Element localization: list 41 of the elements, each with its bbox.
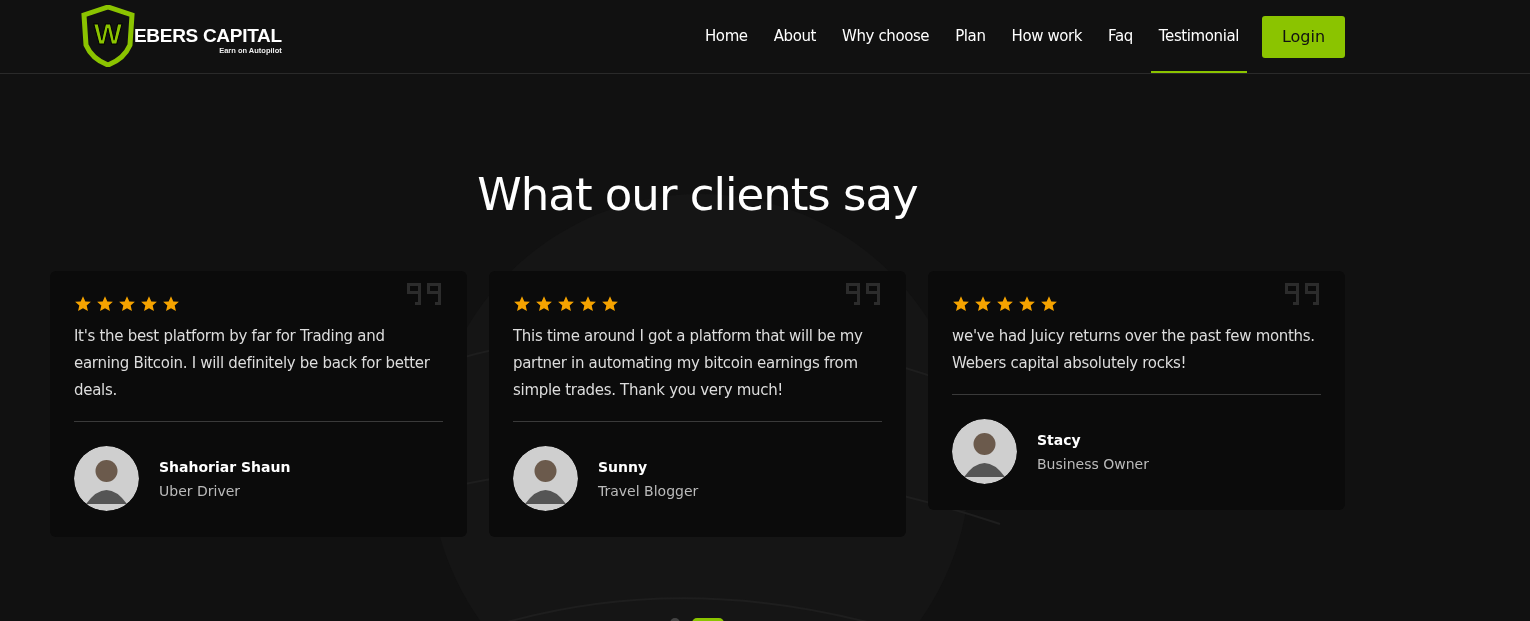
star-icon: [1040, 295, 1058, 313]
nav-link[interactable]: Why choose: [834, 0, 938, 73]
star-icon: [974, 295, 992, 313]
star-icon: [74, 295, 92, 313]
star-icon: [579, 295, 597, 313]
quote-icon: [844, 281, 882, 307]
login-button[interactable]: Login: [1262, 15, 1345, 58]
star-icon: [118, 295, 136, 313]
avatar: [952, 419, 1017, 484]
star-icon: [140, 295, 158, 313]
star-icon: [535, 295, 553, 313]
logo-name: EBERS CAPITAL: [134, 24, 282, 47]
author-role: Uber Driver: [159, 482, 242, 499]
testimonial-quote: This time around I got a platform that will be my partner in automating my bitcoin earnings from simple trades. Thank you very much!: [513, 326, 864, 401]
star-icon: [162, 295, 180, 313]
nav-link[interactable]: About: [765, 0, 825, 73]
quote-icon: [405, 281, 443, 307]
nav-link[interactable]: Plan: [947, 0, 994, 73]
avatar: [74, 446, 139, 511]
author-name: Shahoriar Shaun: [159, 458, 291, 475]
logo-letter: W: [93, 16, 123, 51]
author-role: Business Owner: [1037, 455, 1149, 472]
nav-link[interactable]: Faq: [1100, 0, 1141, 73]
star-icon: [996, 295, 1014, 313]
author-name: Sunny: [598, 458, 649, 475]
nav-link[interactable]: Testimonial: [1150, 0, 1247, 73]
nav-link[interactable]: How work: [1003, 0, 1091, 73]
author-name: Stacy: [1037, 431, 1082, 448]
star-icon: [601, 295, 619, 313]
author-role: Travel Blogger: [598, 482, 699, 499]
star-icon: [96, 295, 114, 313]
star-icon: [952, 295, 970, 313]
quote-icon: [1283, 281, 1321, 307]
star-icon: [557, 295, 575, 313]
testimonial-quote: It's the best platform by far for Trading and earning Bitcoin. I will definitely be back for better deals.: [74, 326, 431, 401]
avatar: [513, 446, 578, 511]
testimonial-quote: we've had Juicy returns over the past few months. Webers capital absolutely rocks!: [952, 326, 1316, 374]
nav-link[interactable]: Home: [697, 0, 756, 73]
star-icon: [1018, 295, 1036, 313]
section-title: What our clients say: [477, 168, 918, 221]
star-icon: [513, 295, 531, 313]
